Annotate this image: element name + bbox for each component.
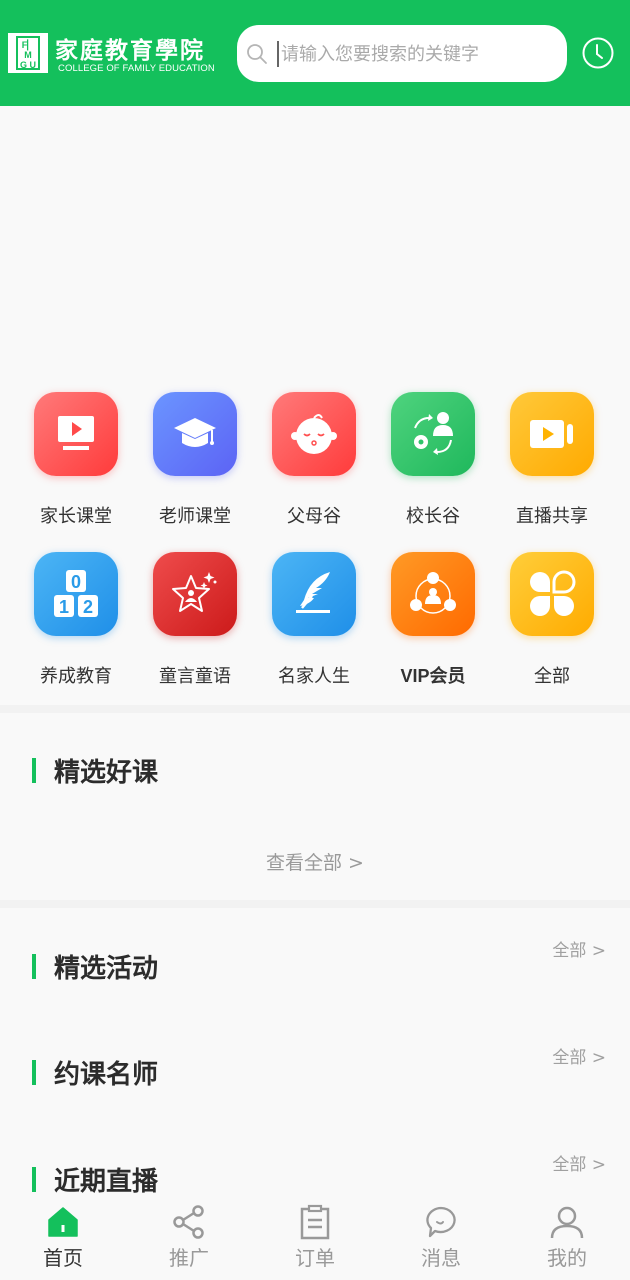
category-label: 父母谷	[287, 506, 341, 527]
banner-area[interactable]	[0, 106, 630, 376]
section-title: 精选好课	[54, 758, 159, 788]
svg-text:0: 0	[71, 572, 81, 592]
category-principal-valley[interactable]: 校长谷	[373, 376, 493, 527]
search-input[interactable]	[281, 35, 551, 73]
baby-face-icon	[272, 392, 356, 476]
svg-text:2: 2	[83, 597, 93, 617]
category-label: 家长课堂	[40, 506, 112, 527]
clock-icon[interactable]	[581, 36, 615, 70]
category-label: VIP会员	[400, 666, 466, 686]
view-all-courses-link[interactable]: 查看全部 >	[0, 848, 630, 875]
logo-title-en: COLLEGE OF FAMILY EDUCATION	[58, 63, 215, 74]
bottom-tab-bar: 首页 推广 订单 消息 我的	[0, 1200, 630, 1280]
tab-label: 推广	[169, 1246, 209, 1270]
category-grid: 家长课堂 老师课堂 父母谷 校长谷 直播共享 012 养成教育 童言童语 名家人…	[0, 376, 630, 706]
search-icon	[247, 44, 267, 64]
category-live-share[interactable]: 直播共享	[492, 376, 612, 527]
feather-icon	[272, 552, 356, 636]
logo-title-cn: 家庭教育學院	[55, 37, 205, 64]
category-label: 直播共享	[516, 506, 588, 527]
chat-bubble-icon	[426, 1206, 456, 1238]
search-bar[interactable]	[237, 25, 567, 82]
clipboard-icon	[300, 1204, 330, 1240]
share-icon	[173, 1205, 204, 1239]
star-person-icon	[153, 552, 237, 636]
tab-label: 我的	[547, 1246, 587, 1270]
section-title: 近期直播	[54, 1167, 159, 1197]
tab-mine[interactable]: 我的	[504, 1200, 630, 1280]
category-parent-classroom[interactable]: 家长课堂	[16, 376, 136, 527]
svg-text:1: 1	[59, 597, 69, 617]
category-label: 童言童语	[159, 666, 231, 687]
category-label: 全部	[534, 666, 570, 687]
section-divider	[0, 705, 630, 713]
section-recent-live: 近期直播	[32, 1161, 158, 1198]
live-more-link[interactable]: 全部 >	[552, 1150, 606, 1175]
text-caret	[277, 41, 279, 67]
category-parents-valley[interactable]: 父母谷	[254, 376, 374, 527]
category-teacher-classroom[interactable]: 老师课堂	[135, 376, 255, 527]
section-accent-bar	[32, 1060, 36, 1085]
category-habit-education[interactable]: 012 养成教育	[16, 536, 136, 687]
all-grid-icon	[510, 552, 594, 636]
tab-promote[interactable]: 推广	[126, 1200, 252, 1280]
category-famous-life[interactable]: 名家人生	[254, 536, 374, 687]
category-label: 校长谷	[406, 506, 460, 527]
tab-label: 消息	[421, 1246, 461, 1270]
video-camera-icon	[510, 392, 594, 476]
section-title: 精选活动	[54, 954, 159, 984]
section-accent-bar	[32, 954, 36, 979]
logo-badge-text: F▏ M G U	[16, 36, 40, 70]
section-divider	[0, 900, 630, 908]
category-all[interactable]: 全部	[492, 536, 612, 687]
graduation-cap-icon	[153, 392, 237, 476]
principal-gear-icon	[391, 392, 475, 476]
category-label: 名家人生	[278, 666, 350, 687]
category-children-words[interactable]: 童言童语	[135, 536, 255, 687]
number-blocks-icon: 012	[34, 552, 118, 636]
home-icon	[48, 1207, 78, 1237]
category-vip-member[interactable]: VIP会员	[373, 536, 493, 686]
top-header: F▏ M G U 家庭教育學院 COLLEGE OF FAMILY EDUCATIO…	[0, 0, 630, 106]
app-logo[interactable]: F▏ M G U 家庭教育學院 COLLEGE OF FAMILY EDUCATIO…	[8, 33, 224, 77]
teachers-more-link[interactable]: 全部 >	[552, 1043, 606, 1068]
tab-label: 首页	[43, 1246, 83, 1270]
section-accent-bar	[32, 1167, 36, 1192]
section-featured-activities: 精选活动	[32, 948, 158, 985]
section-title: 约课名师	[54, 1060, 159, 1090]
tab-messages[interactable]: 消息	[378, 1200, 504, 1280]
logo-badge: F▏ M G U	[8, 33, 48, 73]
section-book-teachers: 约课名师	[32, 1054, 158, 1091]
tab-label: 订单	[295, 1246, 335, 1270]
activities-more-link[interactable]: 全部 >	[552, 936, 606, 961]
member-network-icon	[391, 552, 475, 636]
category-label: 养成教育	[40, 666, 112, 687]
user-icon	[550, 1206, 584, 1239]
tab-home[interactable]: 首页	[0, 1200, 126, 1280]
tv-play-icon	[34, 392, 118, 476]
tab-orders[interactable]: 订单	[252, 1200, 378, 1280]
section-accent-bar	[32, 758, 36, 783]
category-label: 老师课堂	[159, 506, 231, 527]
section-featured-courses: 精选好课	[32, 752, 158, 789]
